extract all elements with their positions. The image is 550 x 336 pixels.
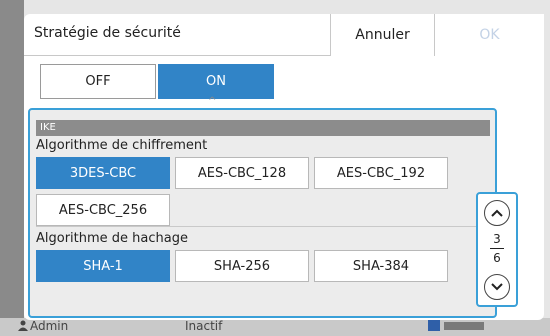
settings-panel[interactable]: IKE Algorithme de chiffrement 3DES-CBC A…: [28, 108, 497, 318]
user-label: Admin: [30, 319, 69, 333]
on-button[interactable]: ON: [158, 64, 274, 99]
option-aes-cbc-256[interactable]: AES-CBC_256: [36, 194, 170, 226]
caret-up-icon: ^: [208, 96, 217, 107]
screen: Admin Inactif Stratégie de sécurité Annu…: [0, 0, 550, 336]
status-indicator: [444, 322, 484, 330]
status-bar: Admin Inactif: [0, 318, 550, 336]
security-policy-dialog: Stratégie de sécurité Annuler OK OFF ON …: [24, 14, 544, 320]
on-off-toggle: OFF ON ^: [40, 64, 274, 107]
section-header-ike: IKE: [36, 120, 490, 136]
divider: [36, 226, 490, 227]
off-button[interactable]: OFF: [40, 64, 156, 99]
hash-algorithm-label: Algorithme de hachage: [36, 231, 188, 246]
option-3des-cbc[interactable]: 3DES-CBC: [36, 157, 170, 189]
scroll-down-button[interactable]: [484, 274, 510, 300]
background-panel: [0, 0, 24, 336]
page-total: 6: [493, 251, 501, 265]
page-scroller: 3 6: [476, 192, 518, 307]
dialog-title: Stratégie de sécurité: [34, 25, 181, 41]
cancel-button[interactable]: Annuler: [330, 14, 435, 56]
option-sha-384[interactable]: SHA-384: [314, 250, 448, 282]
dialog-header: Stratégie de sécurité Annuler OK: [24, 14, 544, 56]
option-sha-1[interactable]: SHA-1: [36, 250, 170, 282]
page-indicator: 3 6: [478, 232, 516, 265]
printer-icon: [428, 320, 440, 331]
encryption-algorithm-label: Algorithme de chiffrement: [36, 138, 208, 153]
option-aes-cbc-192[interactable]: AES-CBC_192: [314, 157, 448, 189]
status-label: Inactif: [185, 319, 223, 333]
scroll-up-button[interactable]: [484, 200, 510, 226]
option-aes-cbc-128[interactable]: AES-CBC_128: [175, 157, 309, 189]
page-fraction-line: [490, 248, 504, 249]
page-current: 3: [493, 232, 501, 246]
chevron-down-icon: [491, 283, 503, 291]
user-icon: [18, 320, 28, 331]
chevron-up-icon: [491, 209, 503, 217]
ok-button[interactable]: OK: [435, 14, 544, 56]
option-sha-256[interactable]: SHA-256: [175, 250, 309, 282]
